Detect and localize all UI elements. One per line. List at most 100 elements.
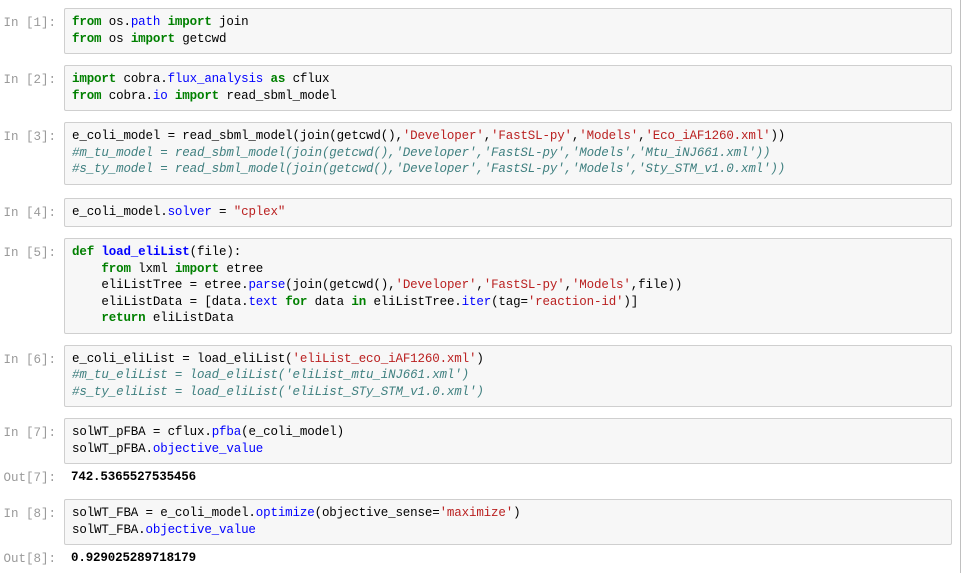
cell-out-7[interactable]: Out[7]: 742.5365527535456 bbox=[0, 469, 952, 486]
code-token-nb: pfba bbox=[211, 425, 242, 439]
code-token-k: import bbox=[167, 88, 227, 103]
code-token-k: def bbox=[72, 245, 102, 259]
code-token-nn: flux_analysis bbox=[167, 72, 264, 86]
code-editor[interactable]: import cobra.flux_analysis as cflux from… bbox=[64, 65, 952, 111]
code-editor[interactable]: from os.path import join from os import … bbox=[64, 8, 952, 54]
cell-in-2[interactable]: In [2]: import cobra.flux_analysis as cfl… bbox=[0, 65, 952, 111]
input-prompt-label: In [1]: bbox=[3, 16, 56, 30]
code-editor[interactable]: def load_eliList(file): from lxml import… bbox=[64, 238, 952, 334]
cell-gap bbox=[0, 54, 966, 65]
source-code[interactable]: import cobra.flux_analysis as cflux from… bbox=[72, 71, 945, 104]
code-token-n: (file): bbox=[189, 245, 242, 259]
code-token-nb: objective_value bbox=[145, 522, 256, 537]
input-prompt-label: In [3]: bbox=[3, 130, 56, 144]
code-token-nn: path bbox=[130, 15, 161, 29]
cell-in-6[interactable]: In [6]: e_coli_eliList = load_eliList('el… bbox=[0, 344, 952, 407]
code-token-n: (objective_sense= bbox=[314, 506, 440, 520]
code-editor[interactable]: e_coli_model.solver = "cplex" bbox=[64, 197, 952, 227]
code-token-nn: io bbox=[152, 88, 168, 103]
code-token-s: 'FastSL-py' bbox=[483, 278, 565, 292]
code-token-s: 'FastSL-py' bbox=[491, 129, 572, 143]
code-token-nf: load_eliList bbox=[101, 245, 190, 259]
code-token-n: eliListTree. bbox=[373, 294, 462, 309]
code-token-n: solWT_pFBA. bbox=[72, 441, 153, 456]
notebook-top-padding bbox=[0, 0, 966, 8]
code-token-k: from bbox=[72, 88, 109, 103]
code-token-n: (e_coli_model) bbox=[241, 425, 345, 439]
code-token-nb: parse bbox=[248, 278, 286, 292]
code-token-k: import bbox=[167, 261, 227, 276]
source-code[interactable]: def load_eliList(file): from lxml import… bbox=[72, 244, 945, 327]
code-token-k: import bbox=[72, 72, 124, 86]
code-editor[interactable]: e_coli_model = read_sbml_model(join(getc… bbox=[64, 122, 952, 185]
code-token-n: cobra. bbox=[123, 72, 168, 86]
code-token-s: 'eliList_eco_iAF1260.xml' bbox=[292, 351, 477, 366]
code-token-k: import bbox=[123, 31, 183, 46]
code-token-s: 'Models' bbox=[579, 129, 639, 143]
code-token-nb: objective_value bbox=[152, 441, 264, 456]
code-token-s: 'Models' bbox=[571, 278, 631, 292]
cell-gap bbox=[0, 486, 966, 499]
source-code[interactable]: e_coli_model = read_sbml_model(join(getc… bbox=[72, 128, 945, 178]
code-token-nb: optimize bbox=[255, 506, 315, 520]
cell-gap bbox=[0, 407, 966, 418]
code-token-k: return bbox=[101, 311, 153, 325]
code-token-k: for bbox=[277, 294, 315, 309]
code-token-n: solWT_FBA. bbox=[72, 522, 146, 537]
cell-in-3[interactable]: In [3]: e_coli_model = read_sbml_model(jo… bbox=[0, 122, 952, 185]
code-token-n bbox=[72, 311, 101, 325]
code-token-c: #m_tu_model = read_sbml_model(join(getcw… bbox=[72, 145, 771, 160]
code-editor[interactable]: solWT_FBA = e_coli_model.optimize(object… bbox=[64, 499, 952, 545]
input-prompt-label: In [5]: bbox=[3, 246, 56, 260]
code-token-k: from bbox=[72, 31, 109, 46]
cell-out-8[interactable]: Out[8]: 0.929025289718179 bbox=[0, 550, 952, 567]
cell-gap bbox=[0, 111, 966, 122]
source-code[interactable]: e_coli_eliList = load_eliList('eliList_e… bbox=[72, 351, 945, 401]
cell-in-7[interactable]: In [7]: solWT_pFBA = cflux.pfba(e_coli_mo… bbox=[0, 418, 952, 464]
code-token-n: join bbox=[219, 15, 249, 29]
code-token-n: solWT_pFBA = cflux. bbox=[72, 425, 212, 439]
code-token-n: = bbox=[211, 204, 234, 219]
output-value: 0.929025289718179 bbox=[71, 551, 196, 565]
code-token-nb: iter bbox=[461, 294, 492, 309]
code-token-s: 'Developer' bbox=[402, 129, 484, 143]
output-area: 0.929025289718179 bbox=[64, 550, 952, 567]
code-editor[interactable]: e_coli_eliList = load_eliList('eliList_e… bbox=[64, 344, 952, 407]
code-token-n: , bbox=[564, 278, 573, 292]
code-token-n: os bbox=[108, 31, 124, 46]
input-prompt-label: In [8]: bbox=[3, 507, 56, 521]
source-code[interactable]: from os.path import join from os import … bbox=[72, 14, 945, 47]
code-token-n: getcwd bbox=[182, 31, 227, 46]
code-token-n: )] bbox=[623, 294, 639, 309]
code-editor[interactable]: solWT_pFBA = cflux.pfba(e_coli_model) so… bbox=[64, 418, 952, 464]
code-token-n: , bbox=[483, 129, 492, 143]
code-token-nb: solver bbox=[167, 204, 212, 219]
code-token-k: from bbox=[72, 15, 109, 29]
page-scrollbar-edge[interactable] bbox=[960, 0, 961, 573]
code-token-n: e_coli_model = read_sbml_model(join(getc… bbox=[72, 129, 403, 143]
code-token-n: data bbox=[314, 294, 352, 309]
code-token-n: cflux bbox=[292, 72, 330, 86]
cell-in-4[interactable]: In [4]: e_coli_model.solver = "cplex" bbox=[0, 197, 952, 227]
code-token-n: solWT_FBA = e_coli_model. bbox=[72, 506, 256, 520]
cell-in-1[interactable]: In [1]: from os.path import join from os … bbox=[0, 8, 952, 54]
source-code[interactable]: e_coli_model.solver = "cplex" bbox=[72, 204, 945, 221]
code-token-n bbox=[72, 262, 101, 276]
code-token-n: ) bbox=[476, 351, 484, 366]
cell-in-8[interactable]: In [8]: solWT_FBA = e_coli_model.optimize… bbox=[0, 499, 952, 545]
code-token-n: )) bbox=[770, 129, 786, 143]
source-code[interactable]: solWT_FBA = e_coli_model.optimize(object… bbox=[72, 505, 945, 538]
code-token-c: #m_tu_eliList = load_eliList('eliList_mt… bbox=[72, 368, 469, 382]
code-token-n: e_coli_eliList = load_eliList( bbox=[72, 351, 293, 366]
code-token-k: as bbox=[263, 72, 293, 86]
source-code[interactable]: solWT_pFBA = cflux.pfba(e_coli_model) so… bbox=[72, 424, 945, 457]
cell-in-5[interactable]: In [5]: def load_eliList(file): from lxml… bbox=[0, 238, 952, 334]
notebook-container: In [1]: from os.path import join from os … bbox=[0, 0, 966, 573]
code-token-c: #s_ty_eliList = load_eliList('eliList_ST… bbox=[72, 384, 484, 399]
output-prompt-label: Out[8]: bbox=[3, 552, 56, 566]
code-token-n: ,file)) bbox=[630, 278, 683, 292]
code-token-n: e_coli_model. bbox=[72, 204, 168, 219]
code-token-n: etree bbox=[226, 261, 264, 276]
code-token-k: in bbox=[351, 294, 374, 309]
code-token-k: import bbox=[160, 15, 220, 29]
